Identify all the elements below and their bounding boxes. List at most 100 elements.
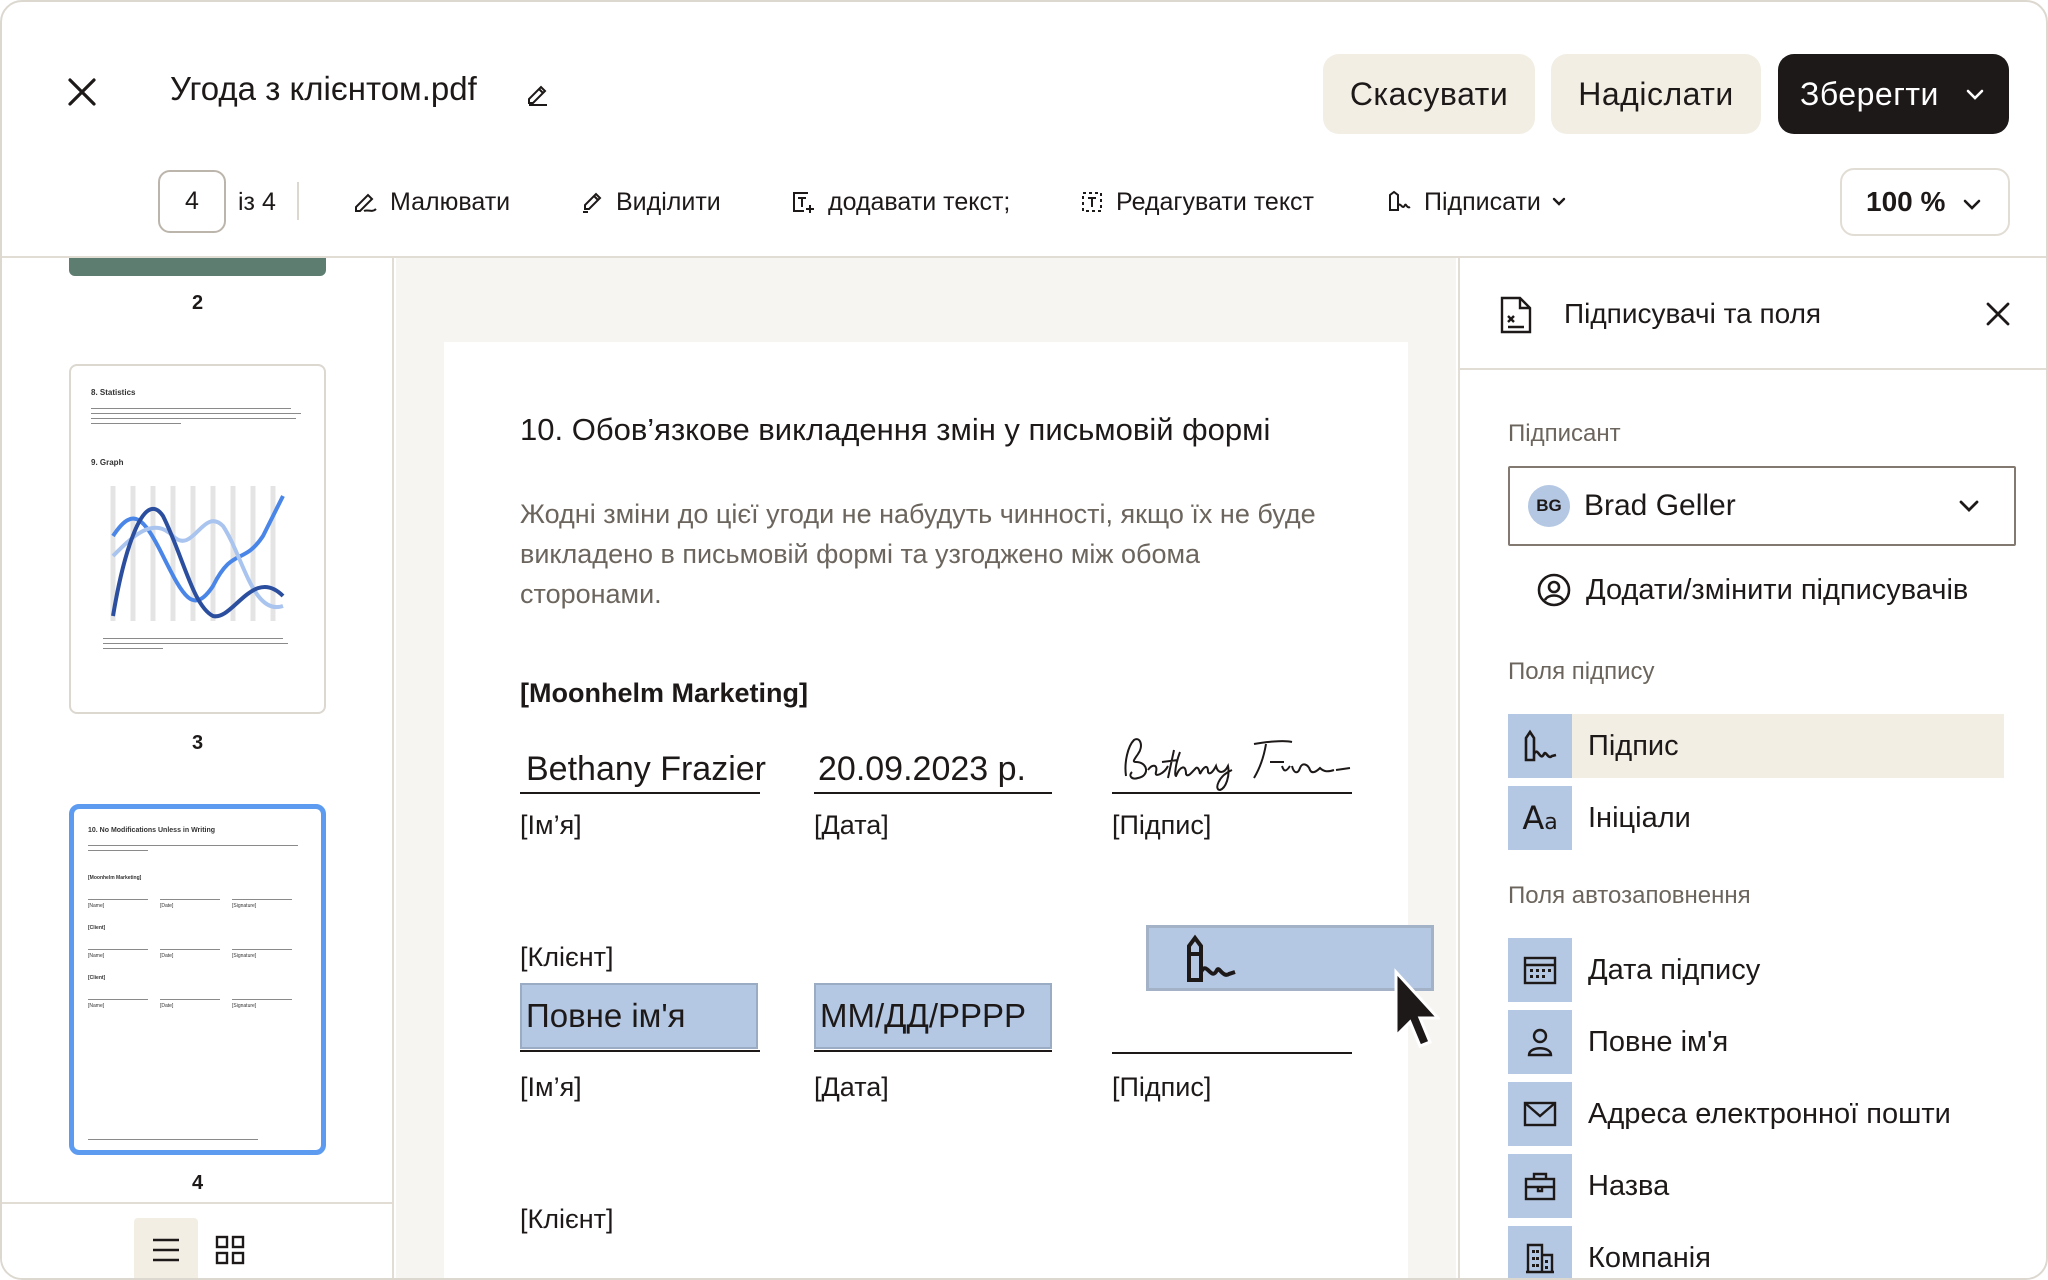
field-initials[interactable]: Aa Ініціали bbox=[1508, 786, 2004, 850]
list-view-button[interactable] bbox=[134, 1218, 198, 1278]
building-icon bbox=[1508, 1226, 1572, 1278]
field-title[interactable]: Назва bbox=[1508, 1154, 2004, 1218]
mail-icon bbox=[1508, 1082, 1572, 1146]
thumbnail-number: 4 bbox=[191, 1172, 204, 1194]
document-canvas: 10. Обов’язкове викладення змін у письмо… bbox=[396, 258, 1456, 1278]
thumb-name-label: [Name] bbox=[88, 1003, 105, 1009]
close-icon[interactable] bbox=[1982, 298, 2014, 330]
signers-fields-panel: Підписувачі та поля Підписант BG Brad Ge… bbox=[1458, 258, 2046, 1278]
name-field-underline bbox=[520, 1050, 760, 1052]
thumb-text-line bbox=[103, 638, 283, 639]
thumbnail-number: 3 bbox=[191, 732, 204, 754]
field-sign-date[interactable]: Дата підпису bbox=[1508, 938, 2004, 1002]
autofill-fields-label: Поля автозаповнення bbox=[1508, 882, 1751, 909]
cancel-button[interactable]: Скасувати bbox=[1323, 54, 1535, 134]
page-count: із 4 bbox=[238, 188, 276, 216]
field-email[interactable]: Адреса електронної пошти bbox=[1508, 1082, 2004, 1146]
thumb-name-label: [Name] bbox=[88, 903, 105, 909]
field-company[interactable]: Компанія bbox=[1508, 1226, 2004, 1278]
add-text-icon bbox=[793, 192, 814, 213]
thumbnail-sidebar: 2 8. Statistics 9. Graph 3 10. No Modifi… bbox=[2, 258, 394, 1278]
sign-label: Підписати bbox=[1424, 187, 1541, 216]
thumb-field-line bbox=[88, 949, 148, 950]
thumb-text-line bbox=[91, 418, 296, 419]
date-placeholder-field[interactable]: ММ/ДД/РРРР bbox=[814, 983, 1052, 1049]
thumb-sig-label: [Signature] bbox=[232, 1003, 257, 1009]
party-heading: [Moonhelm Marketing] bbox=[520, 678, 808, 708]
add-edit-signers-link[interactable]: Додати/змінити підписувачів bbox=[1536, 572, 1968, 608]
thumbnail-page-4[interactable]: 10. No Modifications Unless in Writing [… bbox=[69, 804, 326, 1155]
thumbnail-page-2[interactable] bbox=[69, 258, 326, 276]
field-full-name[interactable]: Повне ім'я bbox=[1508, 1010, 2004, 1074]
thumb-section: [Client] bbox=[88, 975, 106, 981]
thumb-date-label: [Date] bbox=[160, 903, 174, 909]
document-page: 10. Обов’язкове викладення змін у письмо… bbox=[444, 342, 1434, 1278]
send-button[interactable]: Надіслати bbox=[1551, 54, 1761, 134]
app-window: Угода з клієнтом.pdf Скасувати Надіслати… bbox=[0, 0, 2048, 1280]
initials-icon: Aa bbox=[1508, 786, 1572, 850]
save-button[interactable]: Зберегти bbox=[1778, 54, 2009, 134]
fullname-placeholder: Повне ім'я bbox=[526, 997, 686, 1034]
grid-view-button[interactable] bbox=[198, 1218, 262, 1278]
fullname-field[interactable]: Повне ім'я bbox=[520, 983, 758, 1049]
thumb-field-line bbox=[232, 899, 292, 900]
date-label: [Дата] bbox=[814, 810, 889, 840]
thumb-sig-label: [Signature] bbox=[232, 953, 257, 959]
zoom-label: 100 % bbox=[1866, 186, 1946, 217]
field-label: Дата підпису bbox=[1588, 953, 1761, 986]
document-title: Угода з клієнтом.pdf bbox=[170, 70, 477, 108]
name-label: [Ім’я] bbox=[520, 1072, 582, 1102]
thumbnail-view-switcher bbox=[2, 1202, 392, 1278]
thumb-text-line bbox=[91, 423, 181, 424]
briefcase-icon bbox=[1508, 1154, 1572, 1218]
handwritten-signature[interactable] bbox=[1114, 732, 1354, 796]
client-heading: [Клієнт] bbox=[520, 1204, 614, 1234]
draw-icon bbox=[355, 193, 377, 212]
draw-tool[interactable]: Малювати bbox=[352, 186, 510, 218]
date-field-value[interactable]: 20.09.2023 р. bbox=[818, 750, 1026, 789]
name-field-value[interactable]: Bethany Frazier bbox=[526, 750, 766, 789]
highlight-tool[interactable]: Виділити bbox=[580, 186, 721, 218]
date-placeholder: ММ/ДД/РРРР bbox=[820, 997, 1027, 1034]
add-signers-label: Додати/змінити підписувачів bbox=[1586, 573, 1969, 606]
field-label: Компанія bbox=[1588, 1241, 1711, 1274]
field-label: Повне ім'я bbox=[1588, 1025, 1729, 1058]
chevron-down-icon bbox=[1552, 197, 1566, 206]
thumbnail-page-3[interactable]: 8. Statistics 9. Graph bbox=[69, 364, 326, 714]
thumb-footer-line bbox=[88, 1139, 258, 1140]
highlighter-icon bbox=[583, 192, 602, 213]
date-field-underline bbox=[814, 792, 1052, 794]
signer-dropdown[interactable]: BG Brad Geller bbox=[1508, 466, 2016, 546]
edit-text-tool[interactable]: Редагувати текст bbox=[1080, 186, 1314, 218]
thumb-date-label: [Date] bbox=[160, 953, 174, 959]
save-label: Зберегти bbox=[1800, 75, 1939, 112]
thumb-section: [Moonhelm Marketing] bbox=[88, 875, 142, 881]
thumb-date-label: [Date] bbox=[160, 1003, 174, 1009]
chevron-down-icon bbox=[1963, 199, 1981, 210]
page-number-input[interactable]: 4 bbox=[158, 170, 226, 233]
zoom-select[interactable]: 100 % bbox=[1840, 168, 2010, 236]
thumb-name-label: [Name] bbox=[88, 953, 105, 959]
section-body: Жодні зміни до цієї угоди не набудуть чи… bbox=[520, 499, 1316, 609]
thumb-heading: 10. No Modifications Unless in Writing bbox=[88, 827, 216, 834]
thumb-sig-label: [Signature] bbox=[232, 903, 257, 909]
thumb-field-line bbox=[88, 999, 148, 1000]
thumb-field-line bbox=[160, 999, 220, 1000]
field-label: Ініціали bbox=[1588, 801, 1691, 834]
rename-pencil-icon[interactable] bbox=[526, 82, 550, 106]
signature-field-underline bbox=[1112, 1052, 1352, 1054]
title-main: Угода з клієнтом bbox=[170, 70, 422, 107]
close-icon[interactable] bbox=[62, 72, 102, 112]
name-label: [Ім’я] bbox=[520, 810, 582, 840]
signature-icon bbox=[1508, 714, 1572, 778]
thumb-text-line bbox=[91, 413, 301, 414]
add-text-tool[interactable]: додавати текст; bbox=[790, 186, 1010, 218]
thumb-text-line bbox=[103, 643, 288, 644]
avatar: BG bbox=[1528, 485, 1570, 527]
edit-text-icon bbox=[1082, 192, 1102, 212]
thumb-field-line bbox=[160, 899, 220, 900]
date-field-underline bbox=[814, 1050, 1052, 1052]
field-signature[interactable]: Підпис bbox=[1508, 714, 2004, 778]
thumb-graph bbox=[110, 486, 285, 621]
sign-tool[interactable]: Підписати bbox=[1386, 186, 1567, 218]
